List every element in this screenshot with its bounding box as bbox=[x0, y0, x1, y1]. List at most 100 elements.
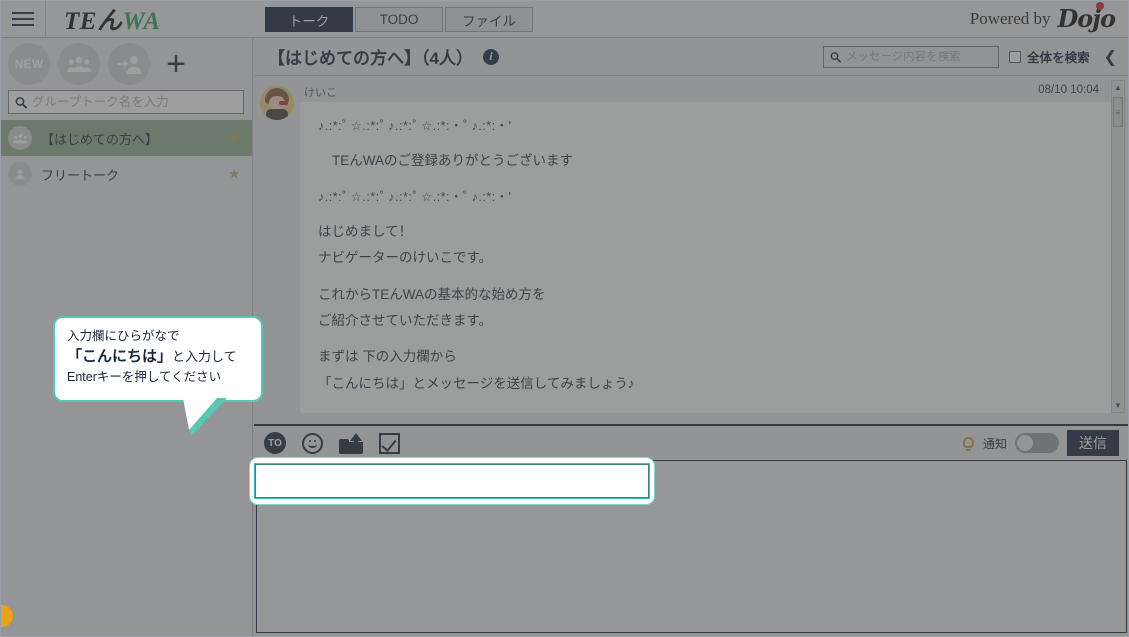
emoji-button[interactable] bbox=[302, 432, 323, 454]
info-icon[interactable]: i bbox=[482, 48, 499, 65]
message-line: ご紹介させていただきます。 bbox=[318, 313, 493, 328]
emoji-mouth bbox=[308, 444, 317, 448]
sidebar-actions: NEW + bbox=[0, 38, 252, 90]
message-timestamp: 08/10 10:04 bbox=[1038, 84, 1099, 96]
emoji-icon bbox=[302, 432, 323, 454]
main-tabs: トーク TODO ファイル bbox=[265, 7, 533, 32]
callout-line-1: 入力欄にひらがなで bbox=[67, 329, 180, 343]
emoji-eye-right bbox=[314, 439, 316, 442]
tab-file[interactable]: ファイル bbox=[445, 7, 533, 32]
hamburger-line bbox=[11, 17, 34, 20]
hamburger-menu-icon[interactable] bbox=[0, 0, 46, 37]
emoji-eye-left bbox=[309, 439, 311, 442]
group-people-glyph bbox=[12, 133, 28, 143]
bell-icon bbox=[962, 436, 975, 451]
powered-by: Powered by Dojo bbox=[969, 2, 1116, 33]
talk-list: 【はじめての方へ】 ★ フリートーク ★ bbox=[0, 120, 252, 192]
sidebar-item-hajimete[interactable]: 【はじめての方へ】 ★ bbox=[0, 120, 252, 156]
group-talk-button[interactable] bbox=[58, 43, 100, 85]
composer-toolbar: TO 通知 送信 bbox=[254, 426, 1129, 460]
message-input[interactable] bbox=[256, 465, 648, 497]
send-button[interactable]: 送信 bbox=[1067, 430, 1119, 456]
bell-clapper bbox=[965, 449, 971, 451]
to-icon: TO bbox=[264, 432, 286, 454]
file-upload-button[interactable] bbox=[339, 432, 363, 454]
avatar-tie bbox=[279, 101, 288, 105]
favorite-star-icon[interactable]: ★ bbox=[228, 130, 240, 146]
search-icon bbox=[830, 51, 841, 62]
dojo-logo: Dojo bbox=[1057, 2, 1116, 33]
message-search[interactable] bbox=[823, 45, 1000, 68]
top-bar: TEんWA トーク TODO ファイル Powered by Dojo bbox=[0, 0, 1129, 38]
sidebar-item-label: 【はじめての方へ】 bbox=[41, 131, 159, 147]
message-search-input[interactable] bbox=[845, 50, 993, 63]
logo-te: TE bbox=[64, 7, 97, 35]
group-avatar-icon bbox=[8, 126, 32, 150]
hamburger-line bbox=[11, 11, 34, 14]
new-talk-button[interactable]: NEW bbox=[8, 43, 50, 85]
message-composer: TO 通知 送信 bbox=[254, 424, 1129, 637]
chat-panel: 【はじめての方へ】（4人） i 全体を検索 ❮ bbox=[254, 38, 1129, 637]
composer-right: 通知 送信 bbox=[962, 430, 1119, 456]
message-scrollbar[interactable]: ▲ ≡ ▼ bbox=[1111, 80, 1125, 413]
invite-user-button[interactable] bbox=[108, 43, 150, 85]
file-upload-icon bbox=[339, 432, 363, 454]
tab-talk[interactable]: トーク bbox=[265, 7, 353, 32]
app-window: TEんWA トーク TODO ファイル Powered by Dojo NEW bbox=[0, 0, 1129, 637]
tutorial-callout: 入力欄にひらがなで 「こんにちは」と入力して Enterキーを押してください bbox=[53, 316, 263, 436]
notification-toggle[interactable] bbox=[1015, 433, 1059, 453]
folder-body bbox=[339, 441, 363, 454]
invite-user-icon bbox=[117, 56, 142, 74]
message-line: これからTEんWAの基本的な始め方を bbox=[318, 286, 546, 302]
dojo-logo-text: Dojo bbox=[1057, 4, 1116, 33]
user-avatar-icon bbox=[8, 162, 32, 186]
callout-tail-fill bbox=[183, 398, 217, 430]
message-sender: けいこ bbox=[304, 87, 337, 99]
scroll-up-icon[interactable]: ▲ bbox=[1112, 81, 1124, 94]
add-button[interactable]: + bbox=[158, 43, 194, 85]
logo-wa: WA bbox=[122, 7, 161, 35]
message-input-field[interactable] bbox=[254, 463, 650, 499]
collapse-panel-icon[interactable]: ❮ bbox=[1100, 47, 1121, 67]
search-icon bbox=[15, 96, 27, 108]
sidebar-item-free-talk[interactable]: フリートーク ★ bbox=[0, 156, 252, 192]
chat-header: 【はじめての方へ】（4人） i 全体を検索 ❮ bbox=[254, 38, 1129, 76]
message-line: ♪.:*:˚ ☆.:*:˚ ♪.:*:˚ ☆.:*:・˚ ♪.:*:・' bbox=[318, 189, 512, 204]
callout-line-2-bold: 「こんにちは」 bbox=[67, 347, 173, 365]
message-line: ♪.:*:˚ ☆.:*:˚ ♪.:*:˚ ☆.:*:・˚ ♪.:*:・' bbox=[318, 119, 512, 133]
message-stream[interactable]: 08/10 10:04 けいこ ♪.:*:˚ ☆.:*:˚ ♪.:*:˚ ☆.:… bbox=[254, 76, 1129, 417]
search-all-label: 全体を検索 bbox=[1027, 51, 1090, 65]
page-title: 【はじめての方へ】（4人） bbox=[268, 49, 473, 68]
message-line: まずは 下の入力欄から bbox=[318, 349, 457, 365]
avatar bbox=[260, 86, 294, 120]
favorite-star-icon[interactable]: ★ bbox=[228, 166, 240, 182]
scrollbar-thumb[interactable]: ≡ bbox=[1113, 97, 1123, 127]
tab-todo[interactable]: TODO bbox=[355, 7, 443, 32]
sidebar-search-input[interactable] bbox=[32, 95, 237, 109]
search-all-checkbox[interactable]: 全体を検索 bbox=[1009, 47, 1090, 66]
message-line: はじめまして！ bbox=[318, 224, 413, 240]
checkbox-box[interactable] bbox=[1009, 50, 1022, 63]
message-line: TEんWAのご登録ありがとうございます bbox=[332, 153, 573, 169]
message-line: 「こんにちは」とメッセージを送信してみましょう♪ bbox=[318, 375, 635, 391]
callout-line-2-rest: と入力して bbox=[172, 348, 237, 364]
chat-header-right: 全体を検索 ❮ bbox=[823, 45, 1121, 68]
todo-button[interactable] bbox=[379, 432, 400, 454]
message-bubble: ♪.:*:˚ ☆.:*:˚ ♪.:*:˚ ☆.:*:・˚ ♪.:*:・' TEん… bbox=[300, 102, 1119, 413]
callout-line-3: Enterキーを押してください bbox=[67, 370, 222, 385]
scroll-down-icon[interactable]: ▼ bbox=[1112, 399, 1124, 412]
toggle-knob bbox=[1017, 435, 1033, 451]
avatar-body bbox=[266, 109, 288, 120]
bell-body bbox=[962, 437, 974, 448]
todo-checkbox-icon bbox=[379, 432, 400, 454]
to-button[interactable]: TO bbox=[264, 432, 286, 454]
dojo-logo-dot bbox=[1096, 2, 1104, 10]
logo-n: ん bbox=[96, 5, 123, 35]
sidebar-search[interactable] bbox=[8, 90, 244, 114]
hamburger-line bbox=[11, 23, 34, 26]
powered-by-text: Powered by bbox=[969, 8, 1051, 28]
message-row: けいこ ♪.:*:˚ ☆.:*:˚ ♪.:*:˚ ☆.:*:・˚ ♪.:*:・'… bbox=[260, 84, 1119, 413]
